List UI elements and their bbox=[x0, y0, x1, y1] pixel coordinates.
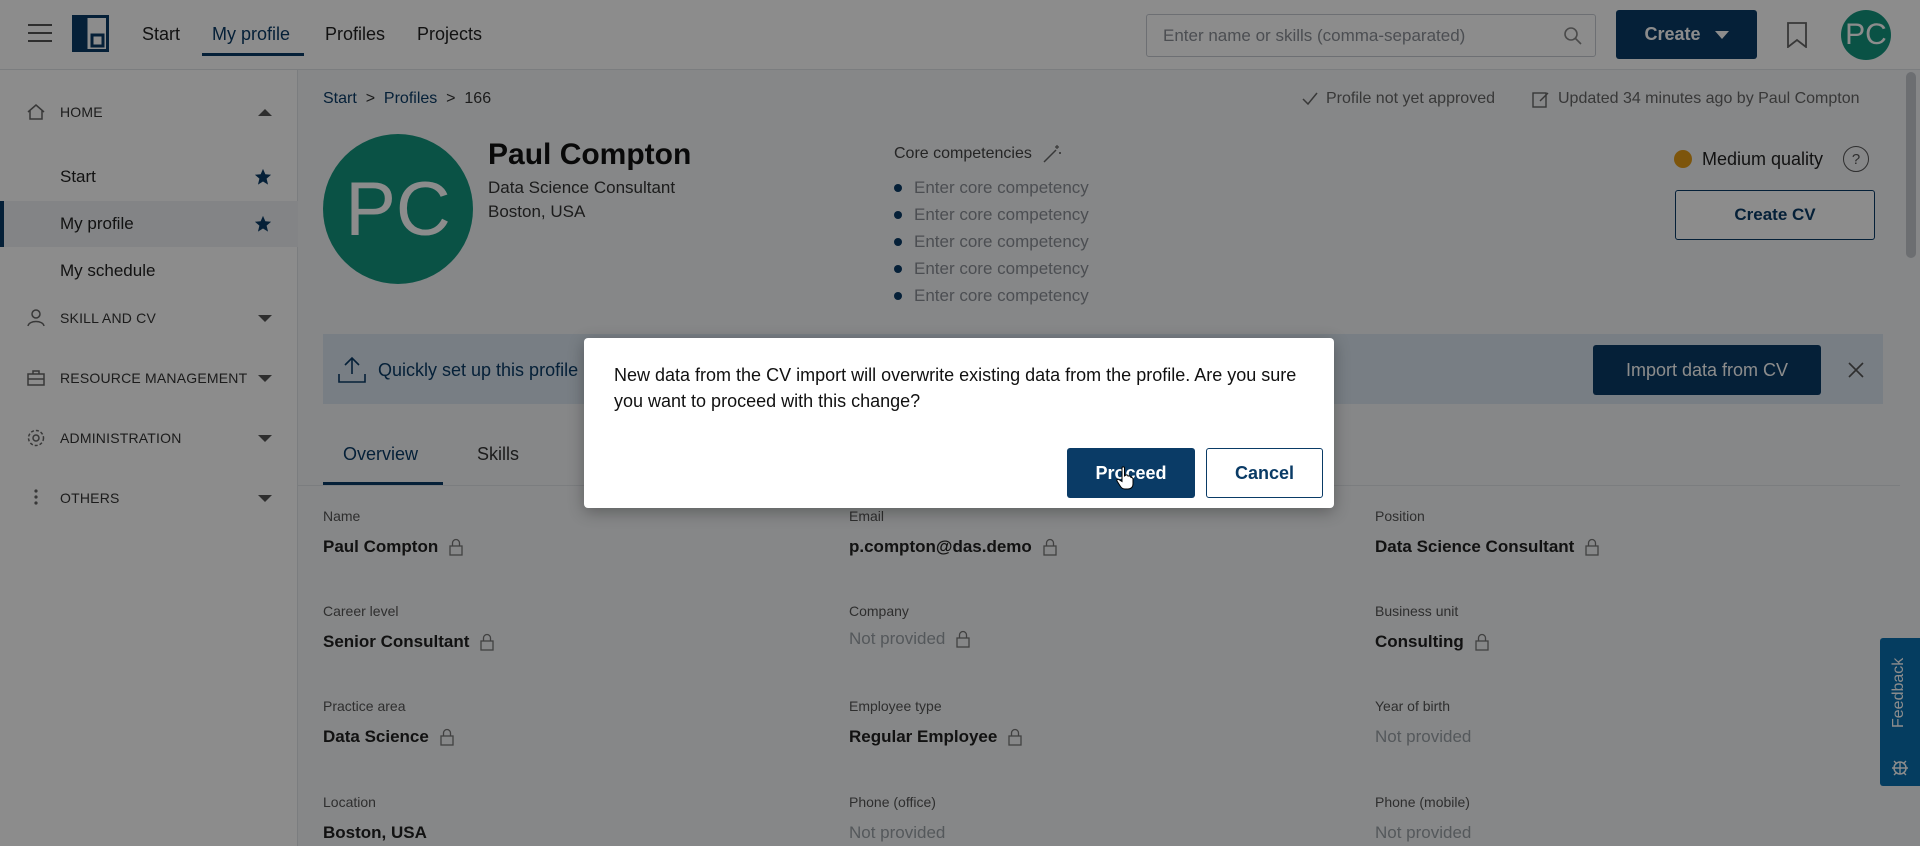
cancel-button[interactable]: Cancel bbox=[1206, 448, 1323, 498]
confirm-dialog: New data from the CV import will overwri… bbox=[584, 338, 1334, 508]
hand-cursor-icon bbox=[1116, 466, 1134, 490]
dialog-message: New data from the CV import will overwri… bbox=[614, 365, 1297, 411]
